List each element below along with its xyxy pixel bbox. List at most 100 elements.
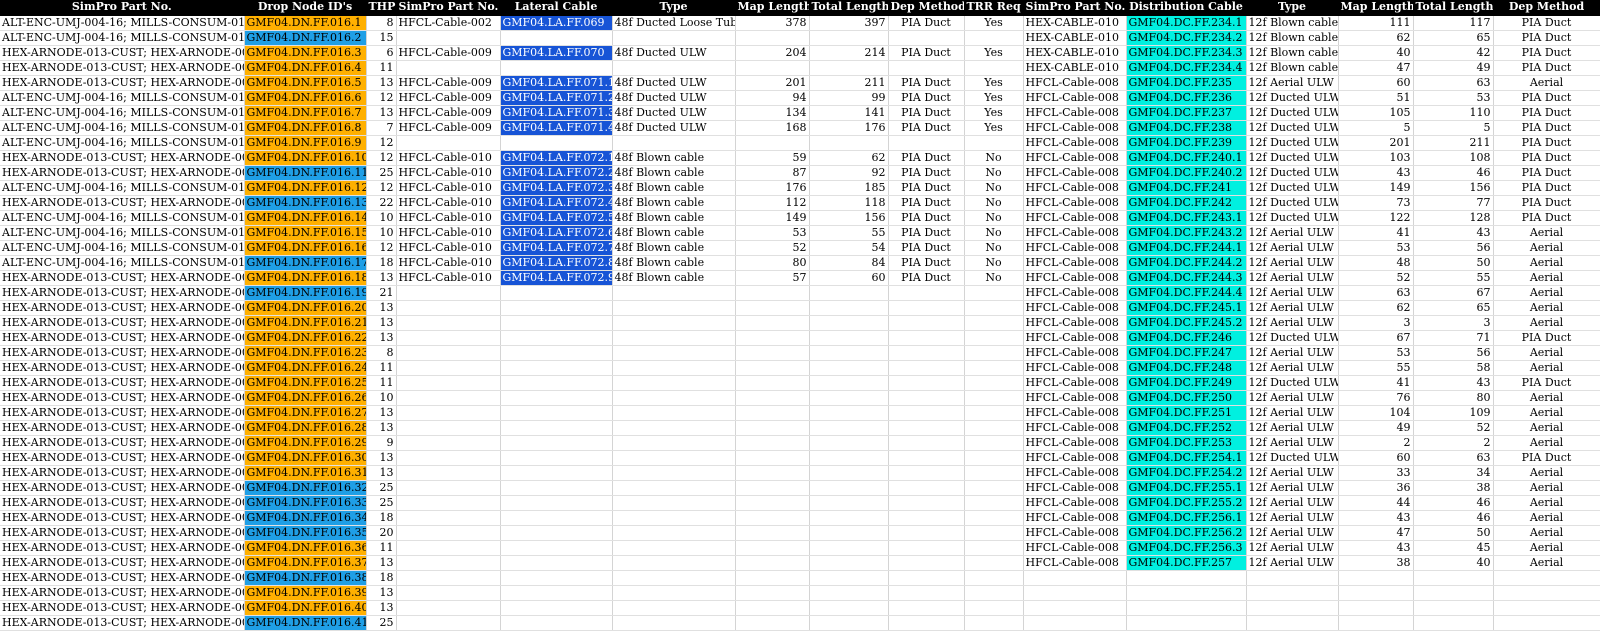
dist-dep-method-cell[interactable]: PIA Duct: [1493, 105, 1600, 121]
lateral-total-length-cell[interactable]: 118: [809, 195, 889, 211]
lateral-type-cell[interactable]: [612, 600, 736, 616]
lateral-map-length-cell[interactable]: 94: [735, 90, 810, 106]
lateral-cable-cell[interactable]: [500, 345, 613, 361]
trr-req-cell[interactable]: [964, 420, 1024, 436]
lateral-simpro-part-no-cell[interactable]: [396, 450, 501, 466]
simpro-part-no-cell[interactable]: ALT-ENC-UMJ-004-16; MILLS-CONSUM-011;: [0, 240, 245, 256]
lateral-dep-method-cell[interactable]: [888, 600, 965, 616]
lateral-cable-cell[interactable]: [500, 60, 613, 76]
distribution-cable-cell[interactable]: GMF04.DC.FF.257: [1126, 555, 1247, 571]
dist-total-length-cell[interactable]: 40: [1413, 555, 1494, 571]
lateral-total-length-cell[interactable]: [809, 585, 889, 601]
dist-type-cell[interactable]: 12f Aerial ULW: [1246, 225, 1339, 241]
lateral-type-cell[interactable]: [612, 465, 736, 481]
lateral-simpro-part-no-cell[interactable]: [396, 285, 501, 301]
dist-total-length-cell[interactable]: 77: [1413, 195, 1494, 211]
lateral-cable-cell[interactable]: GMF04.LA.FF.072.2: [500, 165, 613, 181]
lateral-total-length-cell[interactable]: [809, 60, 889, 76]
lateral-simpro-part-no-cell[interactable]: HFCL-Cable-009: [396, 120, 501, 136]
trr-req-cell[interactable]: [964, 330, 1024, 346]
distribution-cable-cell[interactable]: GMF04.DC.FF.240.1: [1126, 150, 1247, 166]
dist-simpro-part-no-cell[interactable]: HFCL-Cable-008: [1023, 330, 1127, 346]
lateral-type-cell[interactable]: [612, 135, 736, 151]
dist-type-cell[interactable]: [1246, 570, 1339, 586]
lateral-simpro-part-no-cell[interactable]: HFCL-Cable-010: [396, 210, 501, 226]
dist-total-length-cell[interactable]: 65: [1413, 300, 1494, 316]
thp-cell[interactable]: 8: [366, 345, 397, 361]
lateral-simpro-part-no-cell[interactable]: [396, 60, 501, 76]
dist-dep-method-cell[interactable]: Aerial: [1493, 525, 1600, 541]
dist-type-cell[interactable]: 12f Ducted ULW: [1246, 180, 1339, 196]
lateral-type-cell[interactable]: 48f Ducted ULW: [612, 105, 736, 121]
lateral-dep-method-cell[interactable]: PIA Duct: [888, 105, 965, 121]
trr-req-cell[interactable]: [964, 360, 1024, 376]
lateral-map-length-cell[interactable]: 204: [735, 45, 810, 61]
dist-total-length-cell[interactable]: 2: [1413, 435, 1494, 451]
lateral-dep-method-cell[interactable]: [888, 405, 965, 421]
lateral-map-length-cell[interactable]: [735, 285, 810, 301]
trr-req-cell[interactable]: [964, 300, 1024, 316]
drop-node-id-cell[interactable]: GMF04.DN.FF.016.37: [244, 555, 367, 571]
distribution-cable-cell[interactable]: GMF04.DC.FF.256.3: [1126, 540, 1247, 556]
simpro-part-no-cell[interactable]: ALT-ENC-UMJ-004-16; MILLS-CONSUM-011;: [0, 30, 245, 46]
lateral-total-length-cell[interactable]: 92: [809, 165, 889, 181]
distribution-cable-cell[interactable]: GMF04.DC.FF.252: [1126, 420, 1247, 436]
simpro-part-no-cell[interactable]: HEX-ARNODE-013-CUST; HEX-ARNODE-004: [0, 345, 245, 361]
simpro-part-no-cell[interactable]: HEX-ARNODE-013-CUST; HEX-ARNODE-004: [0, 555, 245, 571]
dist-type-cell[interactable]: 12f Ducted ULW: [1246, 330, 1339, 346]
drop-node-id-cell[interactable]: GMF04.DN.FF.016.16: [244, 240, 367, 256]
drop-node-id-cell[interactable]: GMF04.DN.FF.016.35: [244, 525, 367, 541]
dist-type-cell[interactable]: 12f Aerial ULW: [1246, 435, 1339, 451]
drop-node-id-cell[interactable]: GMF04.DN.FF.016.2: [244, 30, 367, 46]
lateral-simpro-part-no-cell[interactable]: HFCL-Cable-009: [396, 105, 501, 121]
lateral-simpro-part-no-cell[interactable]: [396, 525, 501, 541]
lateral-type-cell[interactable]: [612, 495, 736, 511]
dist-type-cell[interactable]: 12f Aerial ULW: [1246, 390, 1339, 406]
lateral-total-length-cell[interactable]: [809, 480, 889, 496]
simpro-part-no-cell[interactable]: ALT-ENC-UMJ-004-16; MILLS-CONSUM-011;: [0, 210, 245, 226]
lateral-map-length-cell[interactable]: [735, 450, 810, 466]
lateral-dep-method-cell[interactable]: [888, 465, 965, 481]
dist-dep-method-cell[interactable]: [1493, 585, 1600, 601]
lateral-total-length-cell[interactable]: 185: [809, 180, 889, 196]
lateral-dep-method-cell[interactable]: PIA Duct: [888, 150, 965, 166]
drop-node-id-cell[interactable]: GMF04.DN.FF.016.10: [244, 150, 367, 166]
dist-map-length-cell[interactable]: 62: [1338, 300, 1414, 316]
dist-dep-method-cell[interactable]: Aerial: [1493, 345, 1600, 361]
distribution-cable-cell[interactable]: GMF04.DC.FF.254.1: [1126, 450, 1247, 466]
lateral-total-length-cell[interactable]: [809, 435, 889, 451]
lateral-cable-cell[interactable]: GMF04.LA.FF.072.9: [500, 270, 613, 286]
lateral-dep-method-cell[interactable]: [888, 345, 965, 361]
lateral-simpro-part-no-cell[interactable]: [396, 375, 501, 391]
simpro-part-no-cell[interactable]: HEX-ARNODE-013-CUST; HEX-ARNODE-004: [0, 75, 245, 91]
lateral-type-cell[interactable]: [612, 525, 736, 541]
lateral-simpro-part-no-cell[interactable]: [396, 480, 501, 496]
lateral-simpro-part-no-cell[interactable]: [396, 555, 501, 571]
drop-node-id-cell[interactable]: GMF04.DN.FF.016.38: [244, 570, 367, 586]
lateral-total-length-cell[interactable]: [809, 390, 889, 406]
dist-type-cell[interactable]: 12f Ducted ULW: [1246, 195, 1339, 211]
lateral-total-length-cell[interactable]: [809, 360, 889, 376]
simpro-part-no-cell[interactable]: HEX-ARNODE-013-CUST; HEX-ARNODE-004: [0, 585, 245, 601]
lateral-map-length-cell[interactable]: [735, 135, 810, 151]
lateral-cable-cell[interactable]: GMF04.LA.FF.072.4: [500, 195, 613, 211]
lateral-total-length-cell[interactable]: [809, 285, 889, 301]
simpro-part-no-cell[interactable]: ALT-ENC-UMJ-004-16; MILLS-CONSUM-011;: [0, 90, 245, 106]
thp-cell[interactable]: 9: [366, 435, 397, 451]
simpro-part-no-cell[interactable]: HEX-ARNODE-013-CUST; HEX-ARNODE-004: [0, 435, 245, 451]
simpro-part-no-cell[interactable]: HEX-ARNODE-013-CUST; HEX-ARNODE-004: [0, 465, 245, 481]
trr-req-cell[interactable]: [964, 135, 1024, 151]
lateral-map-length-cell[interactable]: [735, 300, 810, 316]
distribution-cable-cell[interactable]: GMF04.DC.FF.243.1: [1126, 210, 1247, 226]
dist-total-length-cell[interactable]: 53: [1413, 90, 1494, 106]
thp-cell[interactable]: 21: [366, 285, 397, 301]
lateral-type-cell[interactable]: [612, 480, 736, 496]
lateral-type-cell[interactable]: [612, 570, 736, 586]
dist-map-length-cell[interactable]: [1338, 570, 1414, 586]
thp-cell[interactable]: 13: [366, 270, 397, 286]
dist-dep-method-cell[interactable]: PIA Duct: [1493, 150, 1600, 166]
lateral-simpro-part-no-cell[interactable]: HFCL-Cable-010: [396, 195, 501, 211]
dist-total-length-cell[interactable]: 50: [1413, 255, 1494, 271]
drop-node-id-cell[interactable]: GMF04.DN.FF.016.28: [244, 420, 367, 436]
dist-simpro-part-no-cell[interactable]: HFCL-Cable-008: [1023, 240, 1127, 256]
